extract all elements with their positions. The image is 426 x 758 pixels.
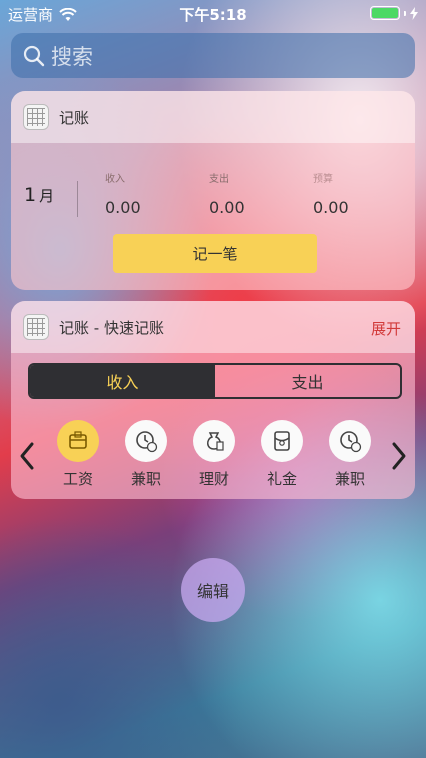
category-label: 理财 <box>198 470 229 488</box>
money-bag-icon <box>207 432 224 451</box>
category-salary[interactable]: 工资 <box>53 420 103 489</box>
battery-indicator <box>370 6 418 20</box>
tab-income[interactable]: 收入 <box>30 365 215 397</box>
record-entry-button[interactable]: 记一笔 <box>113 234 317 273</box>
category-parttime-2[interactable]: 兼职 <box>325 420 375 489</box>
widget-header[interactable]: 记账 - 快速记账 <box>11 301 415 353</box>
expense-value: 0.00 <box>209 198 245 217</box>
divider <box>77 181 78 217</box>
app-icon <box>23 314 49 340</box>
category-label: 礼金 <box>266 470 297 488</box>
clock-yuan-icon <box>340 431 362 453</box>
clock-yuan-icon <box>136 431 158 453</box>
income-expense-toggle: 收入 支出 <box>28 363 402 399</box>
quick-bookkeeping-widget: 记账 - 快速记账 展开 收入 支出 工资 兼职 理财 礼金 兼职 <box>11 301 415 499</box>
red-envelope-icon <box>274 431 290 451</box>
income-value: 0.00 <box>105 198 141 217</box>
widget-title: 记账 <box>59 108 90 127</box>
category-parttime[interactable]: 兼职 <box>121 420 171 489</box>
expand-button[interactable]: 展开 <box>371 318 401 339</box>
widget-header[interactable]: 记账 <box>11 91 415 143</box>
monthly-summary: 1月 收入 0.00 支出 0.00 预算 0.00 <box>11 143 415 233</box>
month-label: 1月 <box>24 184 55 206</box>
expense-label: 支出 <box>209 174 229 185</box>
search-bar[interactable]: 搜索 <box>11 33 415 78</box>
charging-bolt-icon <box>410 6 418 20</box>
category-finance[interactable]: 理财 <box>189 420 239 489</box>
clock: 下午5:18 <box>179 6 247 24</box>
chevron-left-icon[interactable] <box>17 441 37 471</box>
edit-widgets-button[interactable]: 编辑 <box>181 558 245 622</box>
chevron-right-icon[interactable] <box>389 441 409 471</box>
budget-value: 0.00 <box>313 198 349 217</box>
bookkeeping-widget: 记账 1月 收入 0.00 支出 0.00 预算 0.00 记一笔 <box>11 91 415 290</box>
tab-expense[interactable]: 支出 <box>215 365 400 397</box>
category-label: 工资 <box>62 470 93 488</box>
widget-title: 记账 - 快速记账 <box>59 318 164 337</box>
search-placeholder: 搜索 <box>51 44 93 69</box>
category-label: 兼职 <box>130 470 161 488</box>
wallet-icon <box>69 431 87 449</box>
category-gift-money[interactable]: 礼金 <box>257 420 307 489</box>
search-icon <box>23 45 45 66</box>
battery-icon <box>370 6 400 20</box>
status-bar: 运营商 下午5:18 <box>0 0 426 28</box>
category-label: 兼职 <box>334 470 365 488</box>
app-icon <box>23 104 49 130</box>
budget-label: 预算 <box>313 174 333 185</box>
income-label: 收入 <box>105 174 125 185</box>
